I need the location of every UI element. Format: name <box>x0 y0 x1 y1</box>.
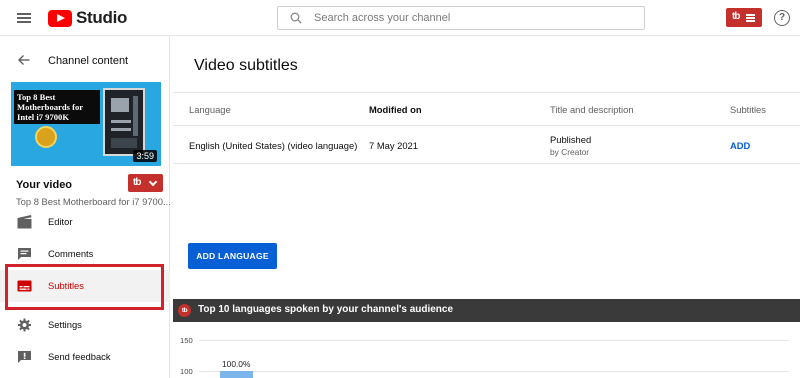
search-icon <box>290 12 302 24</box>
gridline <box>199 340 789 341</box>
sidebar-item-label: Editor <box>48 216 73 227</box>
gridline <box>199 371 789 372</box>
tubebuddy-logo-text: tb <box>732 11 741 22</box>
sidebar-item-settings[interactable]: Settings <box>0 309 170 341</box>
panel-header: tb Top 10 languages spoken by your chann… <box>173 299 800 322</box>
y-tick-label: 100 <box>180 367 193 376</box>
your-video-label: Your video <box>16 179 73 191</box>
table-header: Language Modified on Title and descripti… <box>173 92 800 126</box>
subtitles-icon <box>17 280 32 292</box>
sidebar-item-subtitles[interactable]: Subtitles <box>0 270 170 302</box>
column-header-modified-on[interactable]: Modified on <box>369 104 422 115</box>
table-row[interactable]: English (United States) (video language)… <box>173 126 800 164</box>
bar-value-label: 100.0% <box>222 359 251 369</box>
sidebar: Channel content Top 8 Best Motherboards … <box>0 36 171 378</box>
logo-text: Studio <box>76 8 128 27</box>
row-modified-on: 7 May 2021 <box>369 140 418 151</box>
sidebar-item-label: Settings <box>48 319 82 330</box>
add-subtitles-link[interactable]: ADD <box>730 140 750 151</box>
row-language: English (United States) (video language) <box>189 140 358 151</box>
comments-icon <box>18 248 31 260</box>
gear-icon <box>18 318 31 332</box>
motherboard-image <box>103 88 145 156</box>
arrow-back-icon[interactable] <box>18 54 30 66</box>
sidebar-item-send-feedback[interactable]: Send feedback <box>0 341 170 373</box>
top-bar: Studio tb ? <box>0 0 800 36</box>
tubebuddy-menu-button[interactable]: tb <box>726 8 762 27</box>
video-duration: 3:59 <box>133 150 157 162</box>
language-bar <box>220 371 253 378</box>
sidebar-item-comments[interactable]: Comments <box>0 238 170 270</box>
panel-title: Top 10 languages spoken by your channel'… <box>198 304 454 315</box>
column-header-subtitles: Subtitles <box>730 104 766 115</box>
row-status-by: by Creator <box>550 147 590 157</box>
top-languages-panel: tb Top 10 languages spoken by your chann… <box>173 299 800 378</box>
tubebuddy-logo-text: tb <box>133 177 142 188</box>
tubebuddy-logo-icon: tb <box>178 304 191 317</box>
tubebuddy-video-dropdown[interactable]: tb <box>128 174 163 192</box>
back-label: Channel content <box>48 55 129 67</box>
sidebar-item-editor[interactable]: Editor <box>0 206 170 238</box>
column-header-title-description: Title and description <box>550 104 634 115</box>
column-header-language: Language <box>189 104 231 115</box>
channel-content-back[interactable]: Channel content <box>0 46 170 76</box>
help-icon[interactable]: ? <box>774 10 790 26</box>
sidebar-item-label: Send feedback <box>48 351 111 362</box>
studio-logo[interactable]: Studio <box>48 8 128 27</box>
thumbnail-title-text: Top 8 Best Motherboards for Intel i7 970… <box>14 90 100 124</box>
chevron-down-icon <box>148 177 158 187</box>
search-box[interactable] <box>277 6 645 30</box>
youtube-play-icon <box>48 9 72 27</box>
feedback-icon <box>18 351 31 363</box>
row-status: Published <box>550 134 592 145</box>
best-seller-seal-icon <box>35 126 57 148</box>
sidebar-item-label: Comments <box>48 248 94 259</box>
search-input[interactable] <box>314 8 634 28</box>
menu-lines-icon <box>746 14 755 22</box>
editor-clapper-icon <box>17 215 32 229</box>
menu-icon[interactable] <box>17 13 31 23</box>
sidebar-item-label: Subtitles <box>48 280 84 291</box>
add-language-button[interactable]: ADD LANGUAGE <box>188 243 277 269</box>
page-title: Video subtitles <box>194 57 298 74</box>
video-thumbnail[interactable]: Top 8 Best Motherboards for Intel i7 970… <box>11 82 161 166</box>
y-tick-label: 150 <box>180 336 193 345</box>
